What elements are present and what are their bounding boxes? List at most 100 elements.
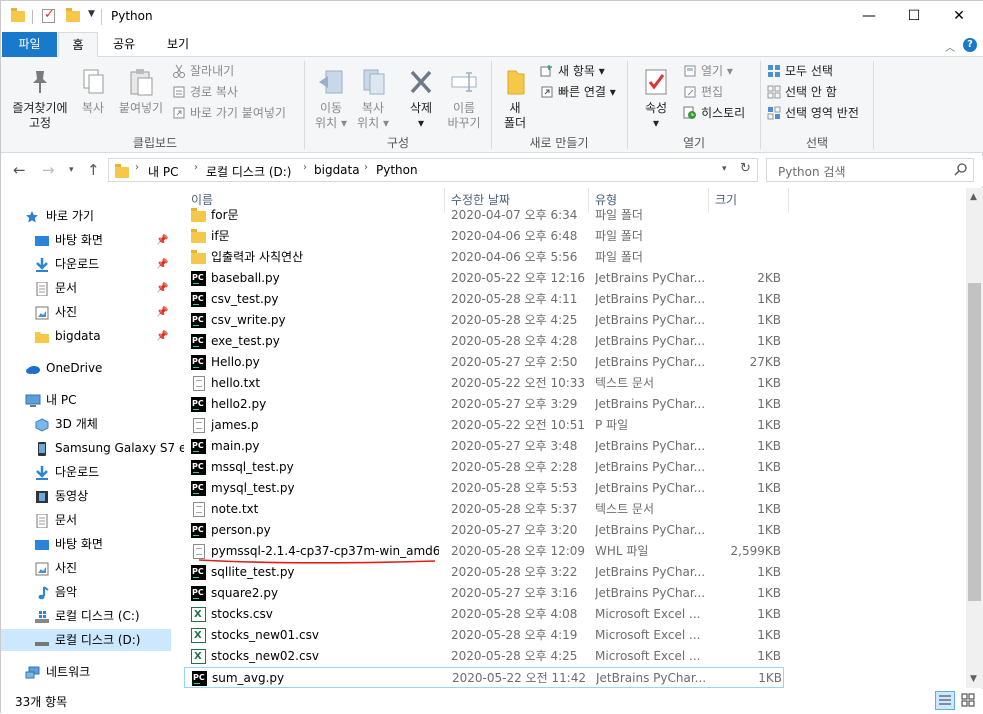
breadcrumb-chevron-icon[interactable]: ›	[303, 162, 307, 173]
breadcrumb-python[interactable]: Python	[376, 163, 418, 177]
file-row[interactable]: mssql_test.py 2020-05-28 오후 2:28 JetBrains…	[184, 456, 784, 478]
rename-button[interactable]: 이름 바꾸기	[443, 67, 485, 131]
pin-icon[interactable]: 📌	[156, 331, 168, 342]
file-row[interactable]: hello.txt 2020-05-22 오전 10:33 텍스트 문서 1KB	[184, 373, 784, 394]
tab-share[interactable]: 공유	[103, 32, 145, 57]
nav-drive-c[interactable]: 로컬 디스크 (C:)	[34, 605, 140, 627]
large-icons-view-icon[interactable]	[959, 691, 979, 710]
copy-to-button[interactable]: 복사 위치 ▾	[353, 67, 393, 131]
nav-samsung-galaxy[interactable]: Samsung Galaxy S7 e	[34, 437, 186, 459]
maximize-button[interactable]: ☐	[891, 1, 937, 32]
address-history-chevron-icon[interactable]: ▾	[722, 164, 727, 174]
file-row[interactable]: csv_write.py 2020-05-28 오후 4:25 JetBrains …	[184, 309, 784, 331]
nav-quick-access[interactable]: 바로 가기	[25, 205, 94, 227]
file-row[interactable]: sqllite_test.py 2020-05-28 오후 3:22 JetBrai…	[184, 561, 784, 583]
scrollbar-thumb[interactable]	[968, 283, 981, 601]
folder-row[interactable]: 입출력과 사칙연산 2020-04-06 오후 5:56 파일 폴더	[184, 247, 784, 268]
refresh-icon[interactable]: ↻	[740, 161, 751, 176]
column-divider[interactable]	[788, 188, 789, 213]
tab-home[interactable]: 홈	[58, 32, 98, 57]
nav-videos[interactable]: 동영상	[34, 485, 88, 507]
nav-downloads[interactable]: 다운로드	[34, 253, 99, 275]
nav-bigdata[interactable]: bigdata	[34, 325, 101, 347]
file-row[interactable]: james.p 2020-05-22 오전 10:51 P 파일 1KB	[184, 415, 784, 436]
properties-quick-icon[interactable]	[42, 7, 55, 23]
file-row[interactable]: csv_test.py 2020-05-28 오후 4:11 JetBrains P…	[184, 288, 784, 310]
nav-pictures[interactable]: 사진	[34, 301, 77, 323]
pin-to-quick-access-button[interactable]: 즐겨찾기에 고정	[7, 67, 73, 131]
vertical-scrollbar[interactable]: ▲ ▼	[966, 188, 983, 688]
recent-locations-chevron-icon[interactable]: ▾	[69, 165, 74, 175]
move-to-button[interactable]: 이동 위치 ▾	[309, 67, 353, 131]
nav-pc-downloads[interactable]: 다운로드	[34, 461, 99, 483]
new-folder-button[interactable]: 새 폴더	[497, 67, 533, 131]
nav-pc-pictures[interactable]: 사진	[34, 557, 77, 579]
tab-view[interactable]: 보기	[157, 32, 199, 57]
file-row[interactable]: main.py 2020-05-27 오후 3:48 JetBrains PyCha…	[184, 435, 784, 457]
nav-3d-objects[interactable]: 3D 개체	[34, 413, 98, 435]
close-button[interactable]: ✕	[936, 1, 982, 32]
file-row[interactable]: baseball.py 2020-05-22 오후 12:16 JetBrains …	[184, 267, 784, 289]
customize-toolbar-chevron-icon[interactable]: ▼	[88, 9, 95, 19]
pin-icon[interactable]: 📌	[156, 259, 168, 270]
details-view-icon[interactable]	[935, 691, 955, 710]
file-row[interactable]: person.py 2020-05-27 오후 3:20 JetBrains PyC…	[184, 519, 784, 541]
breadcrumb-this-pc[interactable]: 내 PC	[148, 163, 178, 180]
tab-file[interactable]: 파일	[2, 32, 57, 57]
back-arrow-icon[interactable]: ←	[13, 161, 26, 179]
search-box[interactable]: Python 검색	[766, 158, 974, 182]
nav-network[interactable]: 네트워크	[25, 661, 90, 683]
nav-documents[interactable]: 문서	[34, 277, 77, 299]
scroll-down-arrow-icon[interactable]: ▼	[970, 674, 977, 684]
file-row[interactable]: stocks.csv 2020-05-28 오후 4:08 Microsoft Ex…	[184, 604, 784, 625]
paste-button[interactable]: 붙여넣기	[115, 67, 167, 116]
file-row[interactable]: square2.py 2020-05-27 오후 3:16 JetBrains Py…	[184, 582, 784, 604]
paste-shortcut-button[interactable]: 바로 가기 붙여넣기	[172, 103, 286, 123]
invert-selection-button[interactable]: 선택 영역 반전	[767, 103, 859, 123]
forward-arrow-icon[interactable]: →	[42, 161, 55, 179]
open-button[interactable]: 열기 ▾	[683, 61, 733, 81]
select-none-button[interactable]: 선택 안 함	[767, 82, 837, 102]
breadcrumb-drive-d[interactable]: 로컬 디스크 (D:)	[206, 163, 291, 180]
new-item-button[interactable]: 새 항목 ▾	[540, 61, 605, 81]
select-all-button[interactable]: 모두 선택	[767, 61, 833, 81]
copy-path-button[interactable]: 경로 복사	[172, 82, 238, 102]
nav-pc-documents[interactable]: 문서	[34, 509, 77, 531]
pin-icon[interactable]: 📌	[156, 283, 168, 294]
nav-onedrive[interactable]: OneDrive	[25, 357, 102, 379]
copy-button[interactable]: 복사	[75, 67, 111, 116]
scroll-up-arrow-icon[interactable]: ▲	[970, 192, 977, 202]
nav-music[interactable]: 음악	[34, 581, 77, 603]
file-row[interactable]: note.txt 2020-05-28 오후 5:37 텍스트 문서 1KB	[184, 499, 784, 520]
breadcrumb-bigdata[interactable]: bigdata	[314, 163, 360, 177]
file-row[interactable]: stocks_new02.csv 2020-05-28 오후 4:25 Micros…	[184, 646, 784, 667]
edit-button[interactable]: 편집	[683, 82, 723, 102]
nav-this-pc[interactable]: 내 PC	[25, 389, 76, 411]
breadcrumb-chevron-icon[interactable]: ›	[135, 162, 139, 173]
nav-drive-d[interactable]: 로컬 디스크 (D:)	[1, 629, 171, 651]
breadcrumb-chevron-icon[interactable]: ›	[194, 162, 198, 173]
file-row[interactable]: Hello.py 2020-05-27 오후 2:50 JetBrains PyCh…	[184, 351, 784, 373]
file-row[interactable]: mysql_test.py 2020-05-28 오후 5:53 JetBrains…	[184, 477, 784, 499]
history-button[interactable]: 히스토리	[683, 103, 745, 123]
search-icon[interactable]	[954, 162, 968, 179]
breadcrumb-chevron-icon[interactable]: ›	[364, 162, 368, 173]
file-row[interactable]: stocks_new01.csv 2020-05-28 오후 4:19 Micros…	[184, 625, 784, 646]
pin-icon[interactable]: 📌	[156, 235, 168, 246]
delete-button[interactable]: 삭제 ▾	[402, 67, 440, 131]
folder-row[interactable]: for문 2020-04-07 오후 6:34 파일 폴더	[184, 205, 784, 226]
folder-row[interactable]: if문 2020-04-06 오후 6:48 파일 폴더	[184, 226, 784, 247]
new-folder-quick-icon[interactable]	[66, 8, 80, 22]
file-row[interactable]: exe_test.py 2020-05-28 오후 4:28 JetBrains P…	[184, 330, 784, 352]
file-row[interactable]: hello2.py 2020-05-27 오후 3:29 JetBrains PyC…	[184, 393, 784, 415]
nav-pc-desktop[interactable]: 바탕 화면	[34, 533, 103, 555]
help-icon[interactable]: ?	[963, 38, 977, 52]
ribbon-collapse-chevron-icon[interactable]: ︿	[945, 39, 955, 54]
properties-button[interactable]: 속성 ▾	[636, 67, 676, 131]
address-bar[interactable]: › 내 PC › 로컬 디스크 (D:) › bigdata › Python …	[108, 158, 758, 182]
easy-access-button[interactable]: 빠른 연결 ▾	[540, 82, 616, 102]
minimize-button[interactable]: —	[846, 1, 892, 32]
file-row[interactable]: sum_avg.py 2020-05-22 오전 11:42 JetBrains P…	[184, 667, 784, 688]
up-arrow-icon[interactable]: ↑	[87, 161, 100, 179]
pin-icon[interactable]: 📌	[156, 307, 168, 318]
